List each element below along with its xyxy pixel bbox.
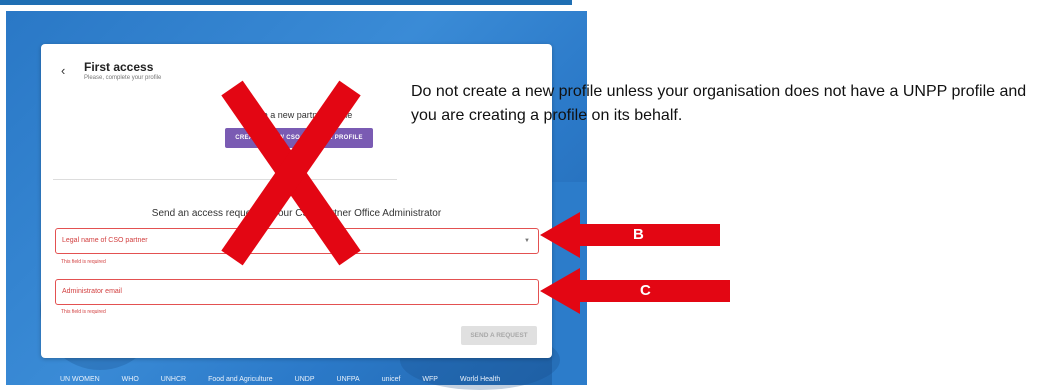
partner-logos: UN WOMEN WHO UNHCR Food and Agriculture … <box>60 374 540 385</box>
admin-email-error: This field is required <box>61 309 106 315</box>
partner-logo: UN WOMEN <box>60 376 100 383</box>
partner-logo: UNHCR <box>160 376 187 383</box>
instruction-note: Do not create a new profile unless your … <box>411 83 1027 124</box>
cross-out-icon <box>221 80 361 266</box>
partner-logo: World Health <box>459 376 501 383</box>
background-top-strip <box>0 0 572 5</box>
admin-email-placeholder: Administrator email <box>62 288 122 295</box>
chevron-left-icon[interactable]: ‹ <box>61 64 65 77</box>
partner-logo: UNFPA <box>336 376 360 383</box>
arrow-c-label: C <box>640 282 651 299</box>
admin-email-field[interactable]: Administrator email <box>55 279 539 305</box>
partner-logo: Food and Agriculture <box>208 376 273 383</box>
send-request-button[interactable]: SEND A REQUEST <box>461 326 537 345</box>
arrow-c-icon <box>540 268 730 314</box>
page-subtitle: Please, complete your profile <box>84 75 162 81</box>
arrow-b-icon <box>540 212 720 258</box>
partner-logo: WFP <box>422 376 438 383</box>
legal-name-error: This field is required <box>61 259 106 265</box>
dropdown-arrow-icon: ▼ <box>524 238 530 244</box>
partner-logo: unicef <box>381 376 401 383</box>
partner-logo: WHO <box>121 376 139 383</box>
partner-logo: UNDP <box>294 376 315 383</box>
arrow-b-label: B <box>633 226 644 243</box>
page-title: First access <box>84 60 154 74</box>
legal-name-placeholder: Legal name of CSO partner <box>62 237 148 244</box>
